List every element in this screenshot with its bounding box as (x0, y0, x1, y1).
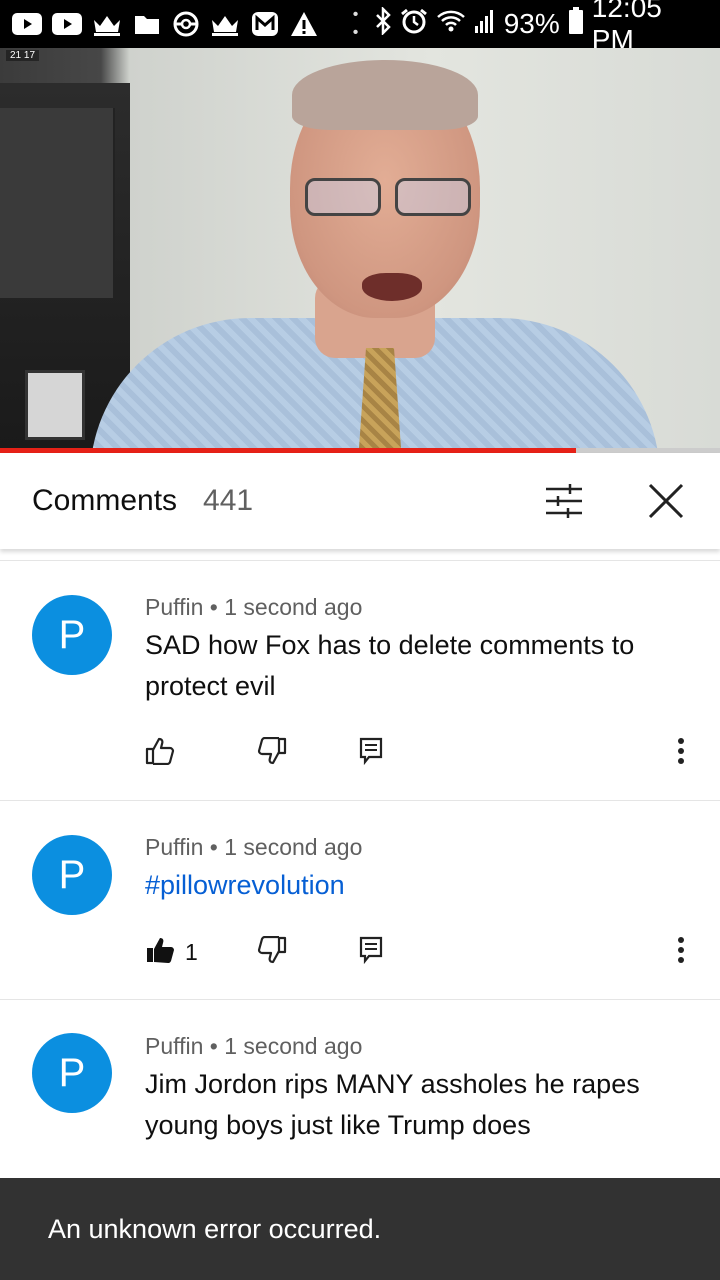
comment-actions: 1 (145, 935, 696, 969)
signal-icon (474, 8, 496, 41)
comment-text: Jim Jordon rips MANY assholes he rapes y… (145, 1069, 640, 1140)
comment-author[interactable]: Puffin (145, 594, 203, 620)
comments-header-actions (542, 479, 688, 523)
close-icon[interactable] (644, 479, 688, 523)
notification-icons: • • (12, 6, 374, 42)
dislike-button[interactable] (257, 736, 359, 770)
comment-meta: Puffin • 1 second ago (145, 834, 363, 860)
battery-icon (568, 6, 584, 42)
comment-item: P Puffin • 1 second ago SAD how Fox has … (0, 561, 720, 801)
reply-button[interactable] (359, 936, 383, 969)
avatar[interactable]: P (32, 1033, 112, 1113)
more-vert-icon (677, 936, 685, 969)
like-button[interactable]: 1 (145, 936, 257, 969)
comments-count: 441 (203, 484, 254, 517)
dislike-button[interactable] (257, 935, 359, 969)
crown-icon (210, 11, 240, 37)
thumbs-down-icon (257, 736, 287, 770)
snackbar-message: An unknown error occurred. (48, 1213, 382, 1244)
bluetooth-icon (374, 5, 392, 42)
comment-author[interactable]: Puffin (145, 1033, 203, 1059)
comment-body: Puffin • 1 second ago #pillowrevolution (145, 834, 696, 906)
folder-icon (132, 11, 161, 37)
comment-body: Puffin • 1 second ago Jim Jordon rips MA… (145, 1033, 696, 1146)
avatar[interactable]: P (32, 835, 112, 915)
comment-more-button[interactable] (666, 737, 696, 770)
video-player[interactable]: 21 17 (0, 48, 720, 453)
alarm-icon (400, 7, 428, 42)
comment-meta: Puffin • 1 second ago (145, 1033, 363, 1059)
video-person-hair (292, 60, 478, 130)
wifi-icon (436, 8, 466, 41)
like-button[interactable] (145, 737, 257, 770)
battery-percent: 93% (503, 8, 560, 39)
video-person-mouth (362, 273, 422, 301)
more-vert-icon (677, 737, 685, 770)
comment-time: 1 second ago (224, 1033, 363, 1059)
youtube-icon (12, 11, 42, 37)
more-notifications-indicator: • • (352, 6, 361, 41)
comment-time: 1 second ago (224, 594, 363, 620)
status-bar: • • 93% 12:05 PM (0, 0, 720, 55)
comment-more-button[interactable] (666, 936, 696, 969)
thumbs-up-icon (145, 737, 175, 770)
comment-author[interactable]: Puffin (145, 834, 203, 860)
like-count: 1 (185, 939, 198, 965)
crown-icon (92, 11, 122, 37)
pokeball-icon (171, 11, 200, 37)
comment-time: 1 second ago (224, 834, 363, 860)
reply-button[interactable] (359, 737, 383, 770)
thumbs-down-icon (257, 935, 287, 969)
comments-title: Comments (32, 484, 178, 517)
comment-body: Puffin • 1 second ago SAD how Fox has to… (145, 594, 696, 707)
video-overlay-tag: 21 17 (6, 50, 40, 61)
video-background-book (25, 370, 85, 440)
comment-text: SAD how Fox has to delete comments to pr… (145, 630, 635, 701)
warning-icon (290, 11, 319, 37)
comment-hashtag-link[interactable]: #pillowrevolution (145, 865, 696, 906)
thumbs-up-icon (145, 936, 175, 969)
youtube-icon (52, 11, 82, 37)
comment-meta: Puffin • 1 second ago (145, 594, 363, 620)
comment-actions (145, 736, 696, 770)
comment-item: P Puffin • 1 second ago #pillowrevolutio… (0, 801, 720, 1000)
video-person-glasses (305, 178, 475, 218)
reply-icon (359, 737, 383, 770)
comments-header: Comments 441 (0, 453, 720, 549)
reply-icon (359, 936, 383, 969)
comments-list: P Puffin • 1 second ago SAD how Fox has … (0, 560, 720, 1240)
gmail-icon (250, 11, 279, 37)
video-background-door (0, 108, 115, 298)
error-snackbar: An unknown error occurred. (0, 1178, 720, 1280)
sort-filter-icon[interactable] (542, 479, 586, 523)
avatar[interactable]: P (32, 595, 112, 675)
